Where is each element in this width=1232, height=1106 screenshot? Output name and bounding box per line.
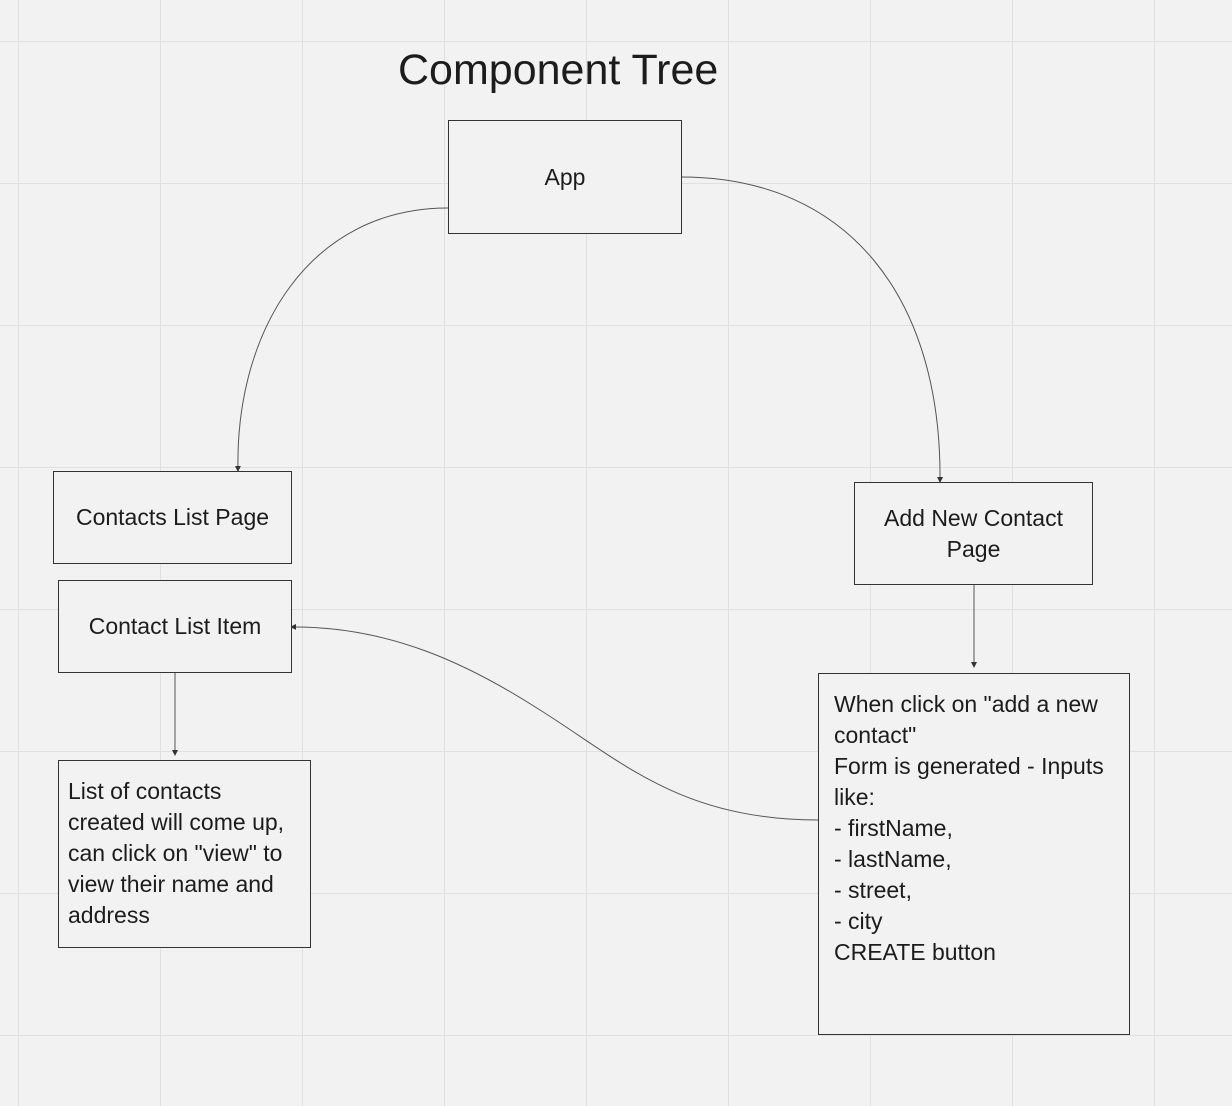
edge-app-to-contacts-list-page xyxy=(234,207,449,472)
form-note-line: Form is generated - Inputs like: xyxy=(834,753,1104,810)
node-contact-list-item-label: Contact List Item xyxy=(88,613,262,639)
node-contacts-list-note-text: List of contacts created will come up, c… xyxy=(68,778,285,928)
edge-form-note-to-contact-list-item xyxy=(290,623,819,821)
node-contacts-list-note[interactable]: List of contacts created will come up, c… xyxy=(58,760,311,948)
node-add-new-contact-page-label: Add New Contact Page xyxy=(884,504,1063,562)
form-note-line: CREATE button xyxy=(834,939,996,965)
node-contact-list-item[interactable]: Contact List Item xyxy=(58,580,292,673)
form-note-line: - street, xyxy=(834,877,912,903)
form-note-line: - firstName, xyxy=(834,815,953,841)
edge-app-to-add-new-contact-page xyxy=(680,176,944,483)
node-add-new-contact-page[interactable]: Add New Contact Page xyxy=(854,482,1093,585)
node-form-note[interactable]: When click on "add a new contact" Form i… xyxy=(818,673,1130,1035)
node-app[interactable]: App xyxy=(448,120,682,234)
node-app-label: App xyxy=(544,163,586,190)
node-contacts-list-page[interactable]: Contacts List Page xyxy=(53,471,292,564)
form-note-line: When click on "add a new contact" xyxy=(834,691,1098,748)
node-contacts-list-page-label: Contacts List Page xyxy=(75,504,270,530)
form-note-line: - lastName, xyxy=(834,846,952,872)
form-note-line: - city xyxy=(834,908,883,934)
